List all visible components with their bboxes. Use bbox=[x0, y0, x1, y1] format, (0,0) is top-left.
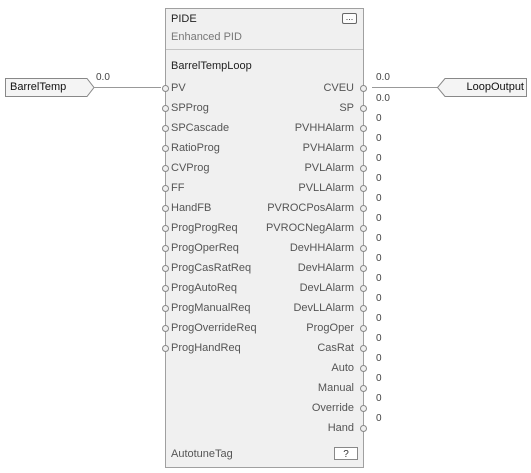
block-tag-name: BarrelTempLoop bbox=[171, 60, 252, 72]
output-pin-connector-icon[interactable] bbox=[360, 425, 367, 432]
output-pin-override[interactable]: Override bbox=[312, 402, 354, 414]
output-pin-devhalarm[interactable]: DevHAlarm bbox=[298, 262, 354, 274]
input-reference-barreltemp[interactable]: BarrelTemp bbox=[5, 78, 95, 97]
output-pin-connector-icon[interactable] bbox=[360, 225, 367, 232]
output-pin-connector-icon[interactable] bbox=[360, 265, 367, 272]
output-pin-connector-icon[interactable] bbox=[360, 365, 367, 372]
properties-button[interactable]: ... bbox=[342, 13, 357, 24]
input-pin-connector-icon[interactable] bbox=[162, 85, 169, 92]
autotune-tag-value[interactable]: ? bbox=[334, 447, 358, 460]
output-value: 0 bbox=[376, 113, 382, 124]
input-pin-pv[interactable]: PV bbox=[171, 82, 186, 94]
output-pin-pvllalarm[interactable]: PVLLAlarm bbox=[298, 182, 354, 194]
autotune-tag-label: AutotuneTag bbox=[171, 448, 233, 460]
output-value: 0 bbox=[376, 233, 382, 244]
input-pin-connector-icon[interactable] bbox=[162, 225, 169, 232]
input-pin-progmanualreq[interactable]: ProgManualReq bbox=[171, 302, 251, 314]
input-pin-connector-icon[interactable] bbox=[162, 325, 169, 332]
output-reference-loopoutput[interactable]: LoopOutput bbox=[437, 78, 527, 97]
output-reference-label: LoopOutput bbox=[466, 81, 525, 93]
output-pin-connector-icon[interactable] bbox=[360, 145, 367, 152]
input-pin-connector-icon[interactable] bbox=[162, 185, 169, 192]
output-value: 0 bbox=[376, 153, 382, 164]
input-pin-progoverridereq[interactable]: ProgOverrideReq bbox=[171, 322, 257, 334]
input-pin-handfb[interactable]: HandFB bbox=[171, 202, 211, 214]
block-type: PIDE bbox=[171, 13, 197, 25]
output-value: 0 bbox=[376, 413, 382, 424]
output-value: 0 bbox=[376, 293, 382, 304]
input-pin-spprog[interactable]: SPProg bbox=[171, 102, 209, 114]
output-pin-connector-icon[interactable] bbox=[360, 385, 367, 392]
output-pin-casrat[interactable]: CasRat bbox=[317, 342, 354, 354]
output-pin-connector-icon[interactable] bbox=[360, 165, 367, 172]
input-wire bbox=[94, 87, 161, 88]
output-value: 0 bbox=[376, 373, 382, 384]
input-pin-progcasratreq[interactable]: ProgCasRatReq bbox=[171, 262, 251, 274]
output-pin-connector-icon[interactable] bbox=[360, 85, 367, 92]
output-pin-connector-icon[interactable] bbox=[360, 185, 367, 192]
input-pin-proghandreq[interactable]: ProgHandReq bbox=[171, 342, 241, 354]
output-pin-devllalarm[interactable]: DevLLAlarm bbox=[293, 302, 354, 314]
block-description: Enhanced PID bbox=[171, 31, 242, 43]
output-value: 0 bbox=[376, 193, 382, 204]
output-pin-connector-icon[interactable] bbox=[360, 405, 367, 412]
output-value: 0 bbox=[376, 313, 382, 324]
output-value: 0 bbox=[376, 253, 382, 264]
input-pin-connector-icon[interactable] bbox=[162, 125, 169, 132]
input-pin-progoperreq[interactable]: ProgOperReq bbox=[171, 242, 239, 254]
output-pin-pvrocposalarm[interactable]: PVROCPosAlarm bbox=[267, 202, 354, 214]
output-value: 0 bbox=[376, 273, 382, 284]
input-pin-ratioprog[interactable]: RatioProg bbox=[171, 142, 220, 154]
input-pin-connector-icon[interactable] bbox=[162, 285, 169, 292]
output-pin-pvhhalarm[interactable]: PVHHAlarm bbox=[295, 122, 354, 134]
input-reference-label: BarrelTemp bbox=[10, 81, 67, 93]
output-value: 0 bbox=[376, 353, 382, 364]
input-pin-connector-icon[interactable] bbox=[162, 245, 169, 252]
output-pin-connector-icon[interactable] bbox=[360, 105, 367, 112]
output-pin-connector-icon[interactable] bbox=[360, 245, 367, 252]
output-pin-sp[interactable]: SP bbox=[339, 102, 354, 114]
input-pin-progautoreq[interactable]: ProgAutoReq bbox=[171, 282, 237, 294]
output-pin-progoper[interactable]: ProgOper bbox=[306, 322, 354, 334]
input-wire-value: 0.0 bbox=[96, 72, 110, 83]
block-header: PIDE Enhanced PID ... bbox=[166, 9, 363, 50]
output-pin-cveu[interactable]: CVEU bbox=[323, 82, 354, 94]
output-pin-connector-icon[interactable] bbox=[360, 125, 367, 132]
output-pin-pvhalarm[interactable]: PVHAlarm bbox=[303, 142, 354, 154]
output-pin-connector-icon[interactable] bbox=[360, 285, 367, 292]
output-pin-devlalarm[interactable]: DevLAlarm bbox=[300, 282, 354, 294]
input-pin-ff[interactable]: FF bbox=[171, 182, 184, 194]
output-value: 0.0 bbox=[376, 93, 390, 104]
output-value: 0 bbox=[376, 173, 382, 184]
output-pin-pvlalarm[interactable]: PVLAlarm bbox=[304, 162, 354, 174]
output-value: 0 bbox=[376, 133, 382, 144]
input-pin-spcascade[interactable]: SPCascade bbox=[171, 122, 229, 134]
pide-function-block[interactable]: PIDE Enhanced PID ... BarrelTempLoop PV S… bbox=[162, 8, 367, 468]
input-pin-connector-icon[interactable] bbox=[162, 345, 169, 352]
output-value: 0 bbox=[376, 213, 382, 224]
output-value: 0 bbox=[376, 393, 382, 404]
output-wire-value: 0.0 bbox=[376, 72, 390, 83]
output-pin-connector-icon[interactable] bbox=[360, 205, 367, 212]
input-pin-cvprog[interactable]: CVProg bbox=[171, 162, 210, 174]
input-pin-connector-icon[interactable] bbox=[162, 265, 169, 272]
output-pin-pvrocnegalarm[interactable]: PVROCNegAlarm bbox=[266, 222, 354, 234]
output-pin-manual[interactable]: Manual bbox=[318, 382, 354, 394]
input-pin-connector-icon[interactable] bbox=[162, 105, 169, 112]
input-pin-progprogreq[interactable]: ProgProgReq bbox=[171, 222, 238, 234]
output-pin-devhhalarm[interactable]: DevHHAlarm bbox=[290, 242, 354, 254]
input-pin-connector-icon[interactable] bbox=[162, 205, 169, 212]
input-pin-connector-icon[interactable] bbox=[162, 145, 169, 152]
output-wire bbox=[372, 87, 439, 88]
output-value: 0 bbox=[376, 333, 382, 344]
input-pin-connector-icon[interactable] bbox=[162, 165, 169, 172]
output-pin-connector-icon[interactable] bbox=[360, 325, 367, 332]
input-pin-connector-icon[interactable] bbox=[162, 305, 169, 312]
output-pin-connector-icon[interactable] bbox=[360, 305, 367, 312]
output-pin-hand[interactable]: Hand bbox=[328, 422, 354, 434]
output-pin-connector-icon[interactable] bbox=[360, 345, 367, 352]
output-pin-auto[interactable]: Auto bbox=[331, 362, 354, 374]
